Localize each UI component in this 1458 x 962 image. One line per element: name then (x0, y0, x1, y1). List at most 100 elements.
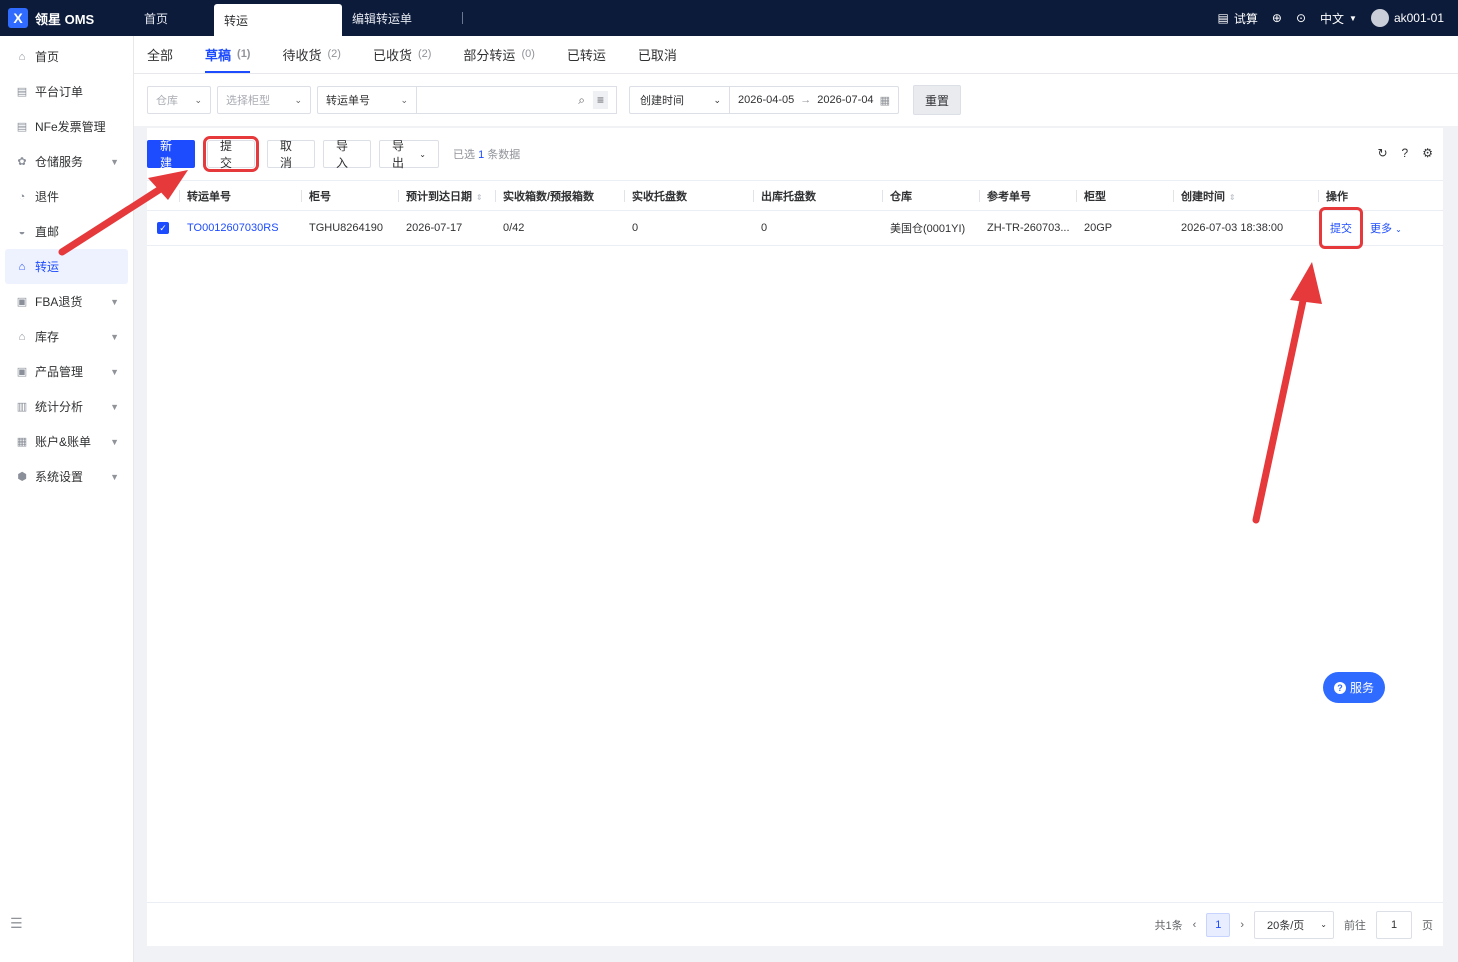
collapse-menu-icon[interactable]: ☰ (10, 915, 23, 932)
date-filter: 创建时间 ⌄ 2026-04-05 → 2026-07-04 ▦ (629, 86, 899, 114)
tab-all[interactable]: 全部 (147, 35, 173, 73)
download-button[interactable]: ⊕ (1272, 11, 1282, 25)
page-number[interactable]: 1 (1206, 912, 1231, 937)
user-menu[interactable]: ak001-01 (1370, 9, 1444, 27)
help-icon[interactable]: ? (1402, 146, 1409, 160)
page-size-select[interactable]: 20条/页 ⌄ (1254, 910, 1334, 939)
sidebar-item-home[interactable]: ⌂ 首页 (0, 39, 133, 74)
col-header-container: 柜号 (301, 188, 398, 204)
cell-created: 2026-07-03 18:38:00 (1181, 222, 1284, 234)
page-unit-label: 页 (1422, 919, 1433, 932)
chevron-down-icon: ⌄ (294, 94, 302, 105)
product-icon: ▣ (16, 366, 28, 378)
sidebar-item-platform-orders[interactable]: ▤ 平台订单 (0, 74, 133, 109)
toolbar: 新建 提交 取消 导入 导出 ⌄ 已选 1 条数据 ↻ ? ⚙ (147, 128, 1443, 180)
tab-draft[interactable]: 草稿 (1) (205, 35, 251, 73)
row-submit-link[interactable]: 提交 (1319, 207, 1363, 249)
document-icon: ▤ (16, 86, 28, 98)
import-button[interactable]: 导入 (323, 139, 371, 170)
question-icon: ? (1333, 681, 1346, 694)
col-header-ops: 操作 (1318, 188, 1443, 204)
top-tab-home[interactable]: 首页 (134, 0, 214, 36)
search-field-select[interactable]: 转运单号 ⌄ (317, 86, 417, 114)
cell-boxes: 0/42 (503, 222, 525, 234)
search-input[interactable]: ⌕ ≡ (417, 86, 617, 114)
sidebar-item-inventory[interactable]: ⌂ 库存 ▼ (0, 319, 133, 354)
service-button[interactable]: ? 服务 (1323, 672, 1385, 703)
col-header-type: 柜型 (1076, 188, 1173, 204)
cell-container: TGHU8264190 (309, 222, 383, 234)
chevron-down-icon: ⌄ (194, 94, 202, 105)
sidebar-item-storage[interactable]: ✿ 仓储服务 ▼ (0, 144, 133, 179)
sidebar-item-fba-returns[interactable]: ▣ FBA退货 ▼ (0, 284, 133, 319)
chevron-down-icon: ▼ (110, 156, 119, 167)
chevron-down-icon: ▼ (110, 296, 119, 307)
chevron-down-icon: ⌄ (419, 149, 426, 159)
sort-icon[interactable]: ⇕ (476, 193, 483, 202)
sidebar-item-stats[interactable]: ▥ 统计分析 ▼ (0, 389, 133, 424)
logo[interactable]: X 领星 OMS (0, 0, 134, 36)
main-content: 全部 草稿 (1) 待收货 (2) 已收货 (2) 部分转运 (0) 已转运 已取消 仓… (134, 36, 1458, 962)
sidebar-item-transfer[interactable]: ⌂ 转运 (5, 249, 128, 284)
table-row[interactable]: ✓ TO0012607030RS TGHU8264190 2026-07-17 … (147, 207, 1443, 249)
cell-ref: ZH-TR-260703... (987, 222, 1070, 234)
list-icon[interactable]: ≡ (592, 91, 608, 109)
box-type-select[interactable]: 选择柜型 ⌄ (217, 86, 311, 114)
col-header-ref: 参考单号 (979, 188, 1076, 204)
sidebar-item-nfe-invoice[interactable]: ▤ NFe发票管理 (0, 109, 133, 144)
tab-pending-receipt[interactable]: 待收货 (2) (282, 35, 340, 73)
goto-page-input[interactable]: 1 (1376, 910, 1412, 939)
sidebar: ⌂ 首页 ▤ 平台订单 ▤ NFe发票管理 ✿ 仓储服务 ▼ ◔ 退件 ◒ 直邮 ⌂ 转运 ▣ F… (0, 36, 134, 962)
sidebar-item-returns[interactable]: ◔ 退件 (0, 179, 133, 214)
top-tab-edit-transfer[interactable]: 编辑转运单 (342, 0, 473, 36)
col-header-eta[interactable]: 预计到达日期 ⇕ (398, 188, 495, 204)
trial-button[interactable]: ▤ 试算 (1218, 10, 1258, 27)
row-checkbox[interactable]: ✓ (157, 222, 169, 234)
prev-page-icon[interactable]: ‹ (1193, 919, 1197, 931)
reset-button[interactable]: 重置 (912, 85, 961, 115)
sort-icon[interactable]: ⇕ (1229, 193, 1236, 202)
stats-icon: ▥ (16, 401, 28, 413)
search-icon: ⌕ (578, 92, 585, 107)
col-header-created[interactable]: 创建时间 ⇕ (1173, 188, 1318, 204)
column-settings-icon[interactable]: ⚙ (1422, 146, 1433, 160)
tab-received[interactable]: 已收货 (2) (373, 35, 431, 73)
submit-button[interactable]: 提交 (203, 136, 259, 172)
logo-icon: X (8, 8, 28, 28)
settings-icon: ⬢ (17, 471, 27, 483)
settings-button[interactable]: ⊙ (1296, 11, 1306, 25)
chevron-down-icon: ▼ (110, 436, 119, 447)
chevron-down-icon: ▼ (110, 331, 119, 342)
refresh-icon[interactable]: ↻ (1377, 146, 1387, 160)
avatar (1370, 9, 1389, 27)
chevron-down-icon: ⌄ (1395, 225, 1402, 234)
export-button[interactable]: 导出 ⌄ (379, 139, 439, 170)
tab-cancelled[interactable]: 已取消 (638, 35, 677, 73)
goto-label: 前往 (1344, 919, 1366, 932)
transfer-no-link[interactable]: TO0012607030RS (179, 222, 301, 234)
cell-out-pallets: 0 (761, 222, 768, 234)
return-icon: ◔ (18, 190, 26, 203)
fba-icon: ▣ (16, 296, 28, 308)
date-range-picker[interactable]: 2026-04-05 → 2026-07-04 ▦ (730, 94, 898, 107)
date-field-select[interactable]: 创建时间 ⌄ (630, 87, 730, 113)
sidebar-item-account[interactable]: ▦ 账户&账单 ▼ (0, 424, 133, 459)
chevron-down-icon: ⌄ (713, 94, 721, 105)
cancel-button[interactable]: 取消 (267, 139, 315, 170)
tab-partial-transfer[interactable]: 部分转运 (0) (463, 35, 534, 73)
sidebar-item-direct-mail[interactable]: ◒ 直邮 (0, 214, 133, 249)
chevron-down-icon: ▼ (110, 401, 119, 412)
next-page-icon[interactable]: › (1240, 919, 1244, 931)
mail-icon: ◒ (18, 225, 26, 238)
sidebar-item-settings[interactable]: ⬢ 系统设置 ▼ (0, 459, 133, 494)
list-card: 新建 提交 取消 导入 导出 ⌄ 已选 1 条数据 ↻ ? ⚙ 转运单号 柜号 预… (147, 128, 1443, 946)
tab-transferred[interactable]: 已转运 (567, 35, 606, 73)
cell-type: 20GP (1084, 222, 1113, 234)
download-icon: ⊕ (1271, 11, 1282, 25)
top-tab-transfer[interactable]: 转运 (214, 4, 342, 36)
language-select[interactable]: 中文 ▼ (1320, 10, 1357, 27)
row-more-link[interactable]: 更多 ⌄ (1370, 220, 1402, 236)
warehouse-select[interactable]: 仓库 ⌄ (147, 86, 211, 114)
sidebar-item-products[interactable]: ▣ 产品管理 ▼ (0, 354, 133, 389)
new-button[interactable]: 新建 (147, 139, 195, 170)
